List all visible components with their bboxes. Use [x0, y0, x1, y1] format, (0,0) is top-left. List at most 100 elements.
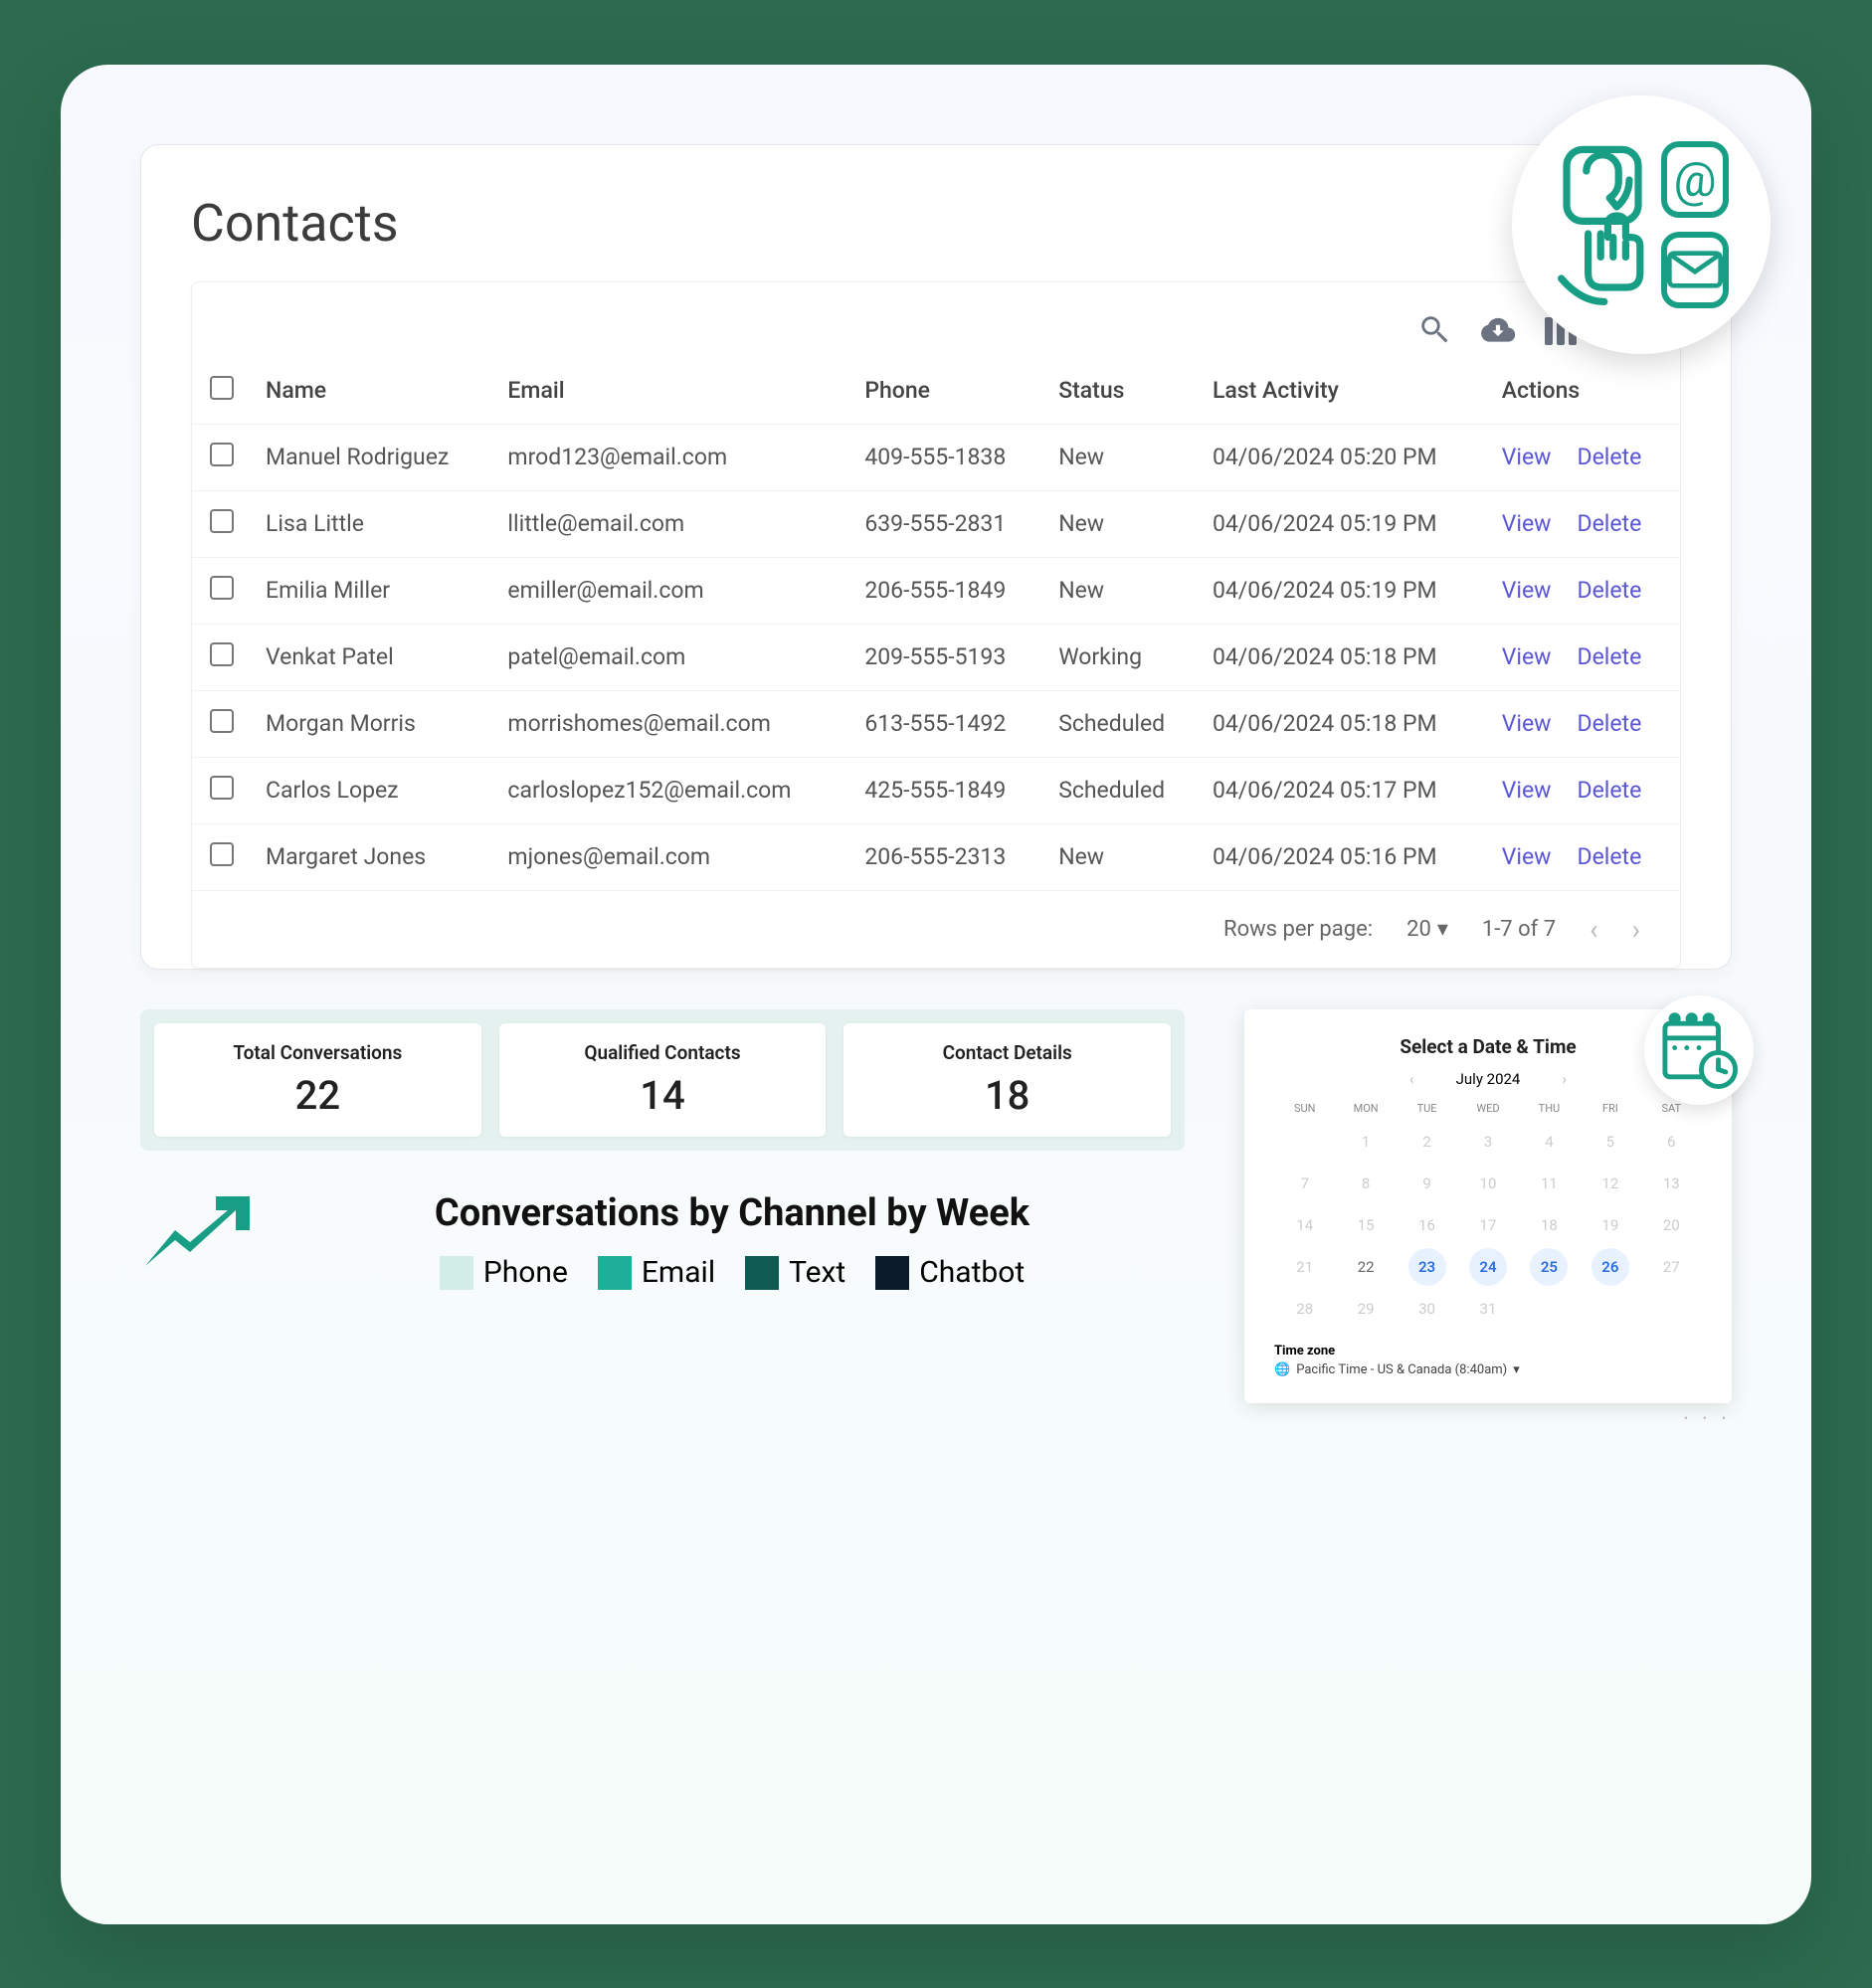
- page-range: 1-7 of 7: [1482, 917, 1556, 942]
- row-checkbox[interactable]: [210, 842, 234, 866]
- cell-phone: 206-555-1849: [850, 557, 1044, 624]
- table-row: Margaret Jones mjones@email.com 206-555-…: [192, 823, 1680, 890]
- calendar-day: 10: [1469, 1165, 1507, 1202]
- legend-label: Phone: [483, 1255, 568, 1290]
- view-link[interactable]: View: [1502, 710, 1552, 737]
- stat-label: Contact Details: [853, 1041, 1161, 1064]
- delete-link[interactable]: Delete: [1577, 577, 1641, 604]
- stat-value: 14: [509, 1072, 817, 1119]
- legend-label: Text: [789, 1255, 845, 1290]
- calendar-day[interactable]: 24: [1469, 1248, 1507, 1286]
- cell-phone: 209-555-5193: [850, 624, 1044, 690]
- calendar-day[interactable]: 25: [1530, 1248, 1568, 1286]
- next-page-button[interactable]: ›: [1632, 913, 1640, 946]
- calendar-day: 21: [1286, 1248, 1324, 1286]
- row-checkbox[interactable]: [210, 443, 234, 466]
- contacts-table-wrap: Name Email Phone Status Last Activity Ac…: [191, 281, 1681, 969]
- cell-last-activity: 04/06/2024 05:17 PM: [1199, 757, 1488, 823]
- view-link[interactable]: View: [1502, 777, 1552, 804]
- select-all-checkbox[interactable]: [210, 376, 234, 400]
- dashboard-bottom: Total Conversations 22Qualified Contacts…: [140, 1009, 1732, 1425]
- cell-status: New: [1044, 490, 1199, 557]
- calendar-day: 4: [1530, 1123, 1568, 1161]
- cell-last-activity: 04/06/2024 05:18 PM: [1199, 624, 1488, 690]
- chart-legend: PhoneEmailTextChatbot: [280, 1255, 1185, 1290]
- next-month-button[interactable]: ›: [1562, 1070, 1567, 1088]
- prev-page-button[interactable]: ‹: [1590, 913, 1597, 946]
- calendar-day: 1: [1347, 1123, 1385, 1161]
- delete-link[interactable]: Delete: [1577, 710, 1641, 737]
- stat-label: Total Conversations: [164, 1041, 471, 1064]
- table-pager: Rows per page: 20 ▾ 1-7 of 7 ‹ ›: [192, 891, 1680, 968]
- stat-card: Total Conversations 22: [154, 1023, 481, 1137]
- cell-status: New: [1044, 424, 1199, 490]
- view-link[interactable]: View: [1502, 577, 1552, 604]
- at-icon: @: [1661, 141, 1729, 218]
- legend-label: Chatbot: [919, 1255, 1025, 1290]
- stats-row: Total Conversations 22Qualified Contacts…: [140, 1009, 1185, 1151]
- calendar-day[interactable]: 23: [1408, 1248, 1446, 1286]
- cell-name: Morgan Morris: [252, 690, 493, 757]
- col-email: Email: [493, 358, 850, 425]
- stat-card: Qualified Contacts 14: [499, 1023, 827, 1137]
- rows-per-page-select[interactable]: 20 ▾: [1406, 917, 1448, 942]
- calendar-day: [1530, 1290, 1568, 1328]
- search-icon[interactable]: [1417, 312, 1451, 350]
- calendar-dow: FRI: [1580, 1096, 1640, 1121]
- row-checkbox[interactable]: [210, 709, 234, 733]
- calendar-day: [1286, 1123, 1324, 1161]
- legend-item: Phone: [440, 1255, 568, 1290]
- view-link[interactable]: View: [1502, 444, 1552, 470]
- calendar-dow: TUE: [1397, 1096, 1457, 1121]
- delete-link[interactable]: Delete: [1577, 444, 1641, 470]
- delete-link[interactable]: Delete: [1577, 843, 1641, 870]
- table-row: Lisa Little llittle@email.com 639-555-28…: [192, 490, 1680, 557]
- calendar-dow: WED: [1457, 1096, 1518, 1121]
- cell-email: emiller@email.com: [493, 557, 850, 624]
- delete-link[interactable]: Delete: [1577, 777, 1641, 804]
- cell-name: Carlos Lopez: [252, 757, 493, 823]
- calendar-day: 2: [1408, 1123, 1446, 1161]
- col-actions: Actions: [1488, 358, 1680, 425]
- timezone-select[interactable]: 🌐 Pacific Time - US & Canada (8:40am) ▾: [1274, 1362, 1702, 1377]
- calendar-month: July 2024: [1456, 1070, 1521, 1088]
- cell-last-activity: 04/06/2024 05:20 PM: [1199, 424, 1488, 490]
- download-icon[interactable]: [1481, 312, 1515, 350]
- calendar-day: 28: [1286, 1290, 1324, 1328]
- cell-status: Scheduled: [1044, 757, 1199, 823]
- stat-value: 22: [164, 1072, 471, 1119]
- legend-item: Chatbot: [875, 1255, 1025, 1290]
- delete-link[interactable]: Delete: [1577, 643, 1641, 670]
- cell-last-activity: 04/06/2024 05:19 PM: [1199, 490, 1488, 557]
- mail-icon: [1661, 232, 1729, 308]
- calendar-day: 20: [1652, 1206, 1690, 1244]
- cell-email: morrishomes@email.com: [493, 690, 850, 757]
- row-checkbox[interactable]: [210, 509, 234, 533]
- calendar-day: 8: [1347, 1165, 1385, 1202]
- col-name: Name: [252, 358, 493, 425]
- chevron-down-icon: ▾: [1513, 1362, 1520, 1377]
- legend-swatch: [745, 1256, 779, 1290]
- view-link[interactable]: View: [1502, 843, 1552, 870]
- calendar-day[interactable]: 22: [1347, 1248, 1385, 1286]
- legend-swatch: [440, 1256, 473, 1290]
- phone-touch-icon: [1558, 141, 1647, 308]
- chart-section: Conversations by Channel by Week PhoneEm…: [140, 1190, 1185, 1291]
- cell-status: New: [1044, 823, 1199, 890]
- calendar-day: 30: [1408, 1290, 1446, 1328]
- view-link[interactable]: View: [1502, 510, 1552, 537]
- prev-month-button[interactable]: ‹: [1409, 1070, 1414, 1088]
- view-link[interactable]: View: [1502, 643, 1552, 670]
- calendar-day[interactable]: 26: [1591, 1248, 1629, 1286]
- page-title: Contacts: [191, 193, 1681, 254]
- delete-link[interactable]: Delete: [1577, 510, 1641, 537]
- row-checkbox[interactable]: [210, 776, 234, 800]
- cell-status: New: [1044, 557, 1199, 624]
- legend-swatch: [875, 1256, 909, 1290]
- calendar-day: 6: [1652, 1123, 1690, 1161]
- row-checkbox[interactable]: [210, 642, 234, 666]
- calendar-clock-icon: [1644, 995, 1754, 1105]
- row-checkbox[interactable]: [210, 576, 234, 600]
- cell-email: carloslopez152@email.com: [493, 757, 850, 823]
- calendar-day: 7: [1286, 1165, 1324, 1202]
